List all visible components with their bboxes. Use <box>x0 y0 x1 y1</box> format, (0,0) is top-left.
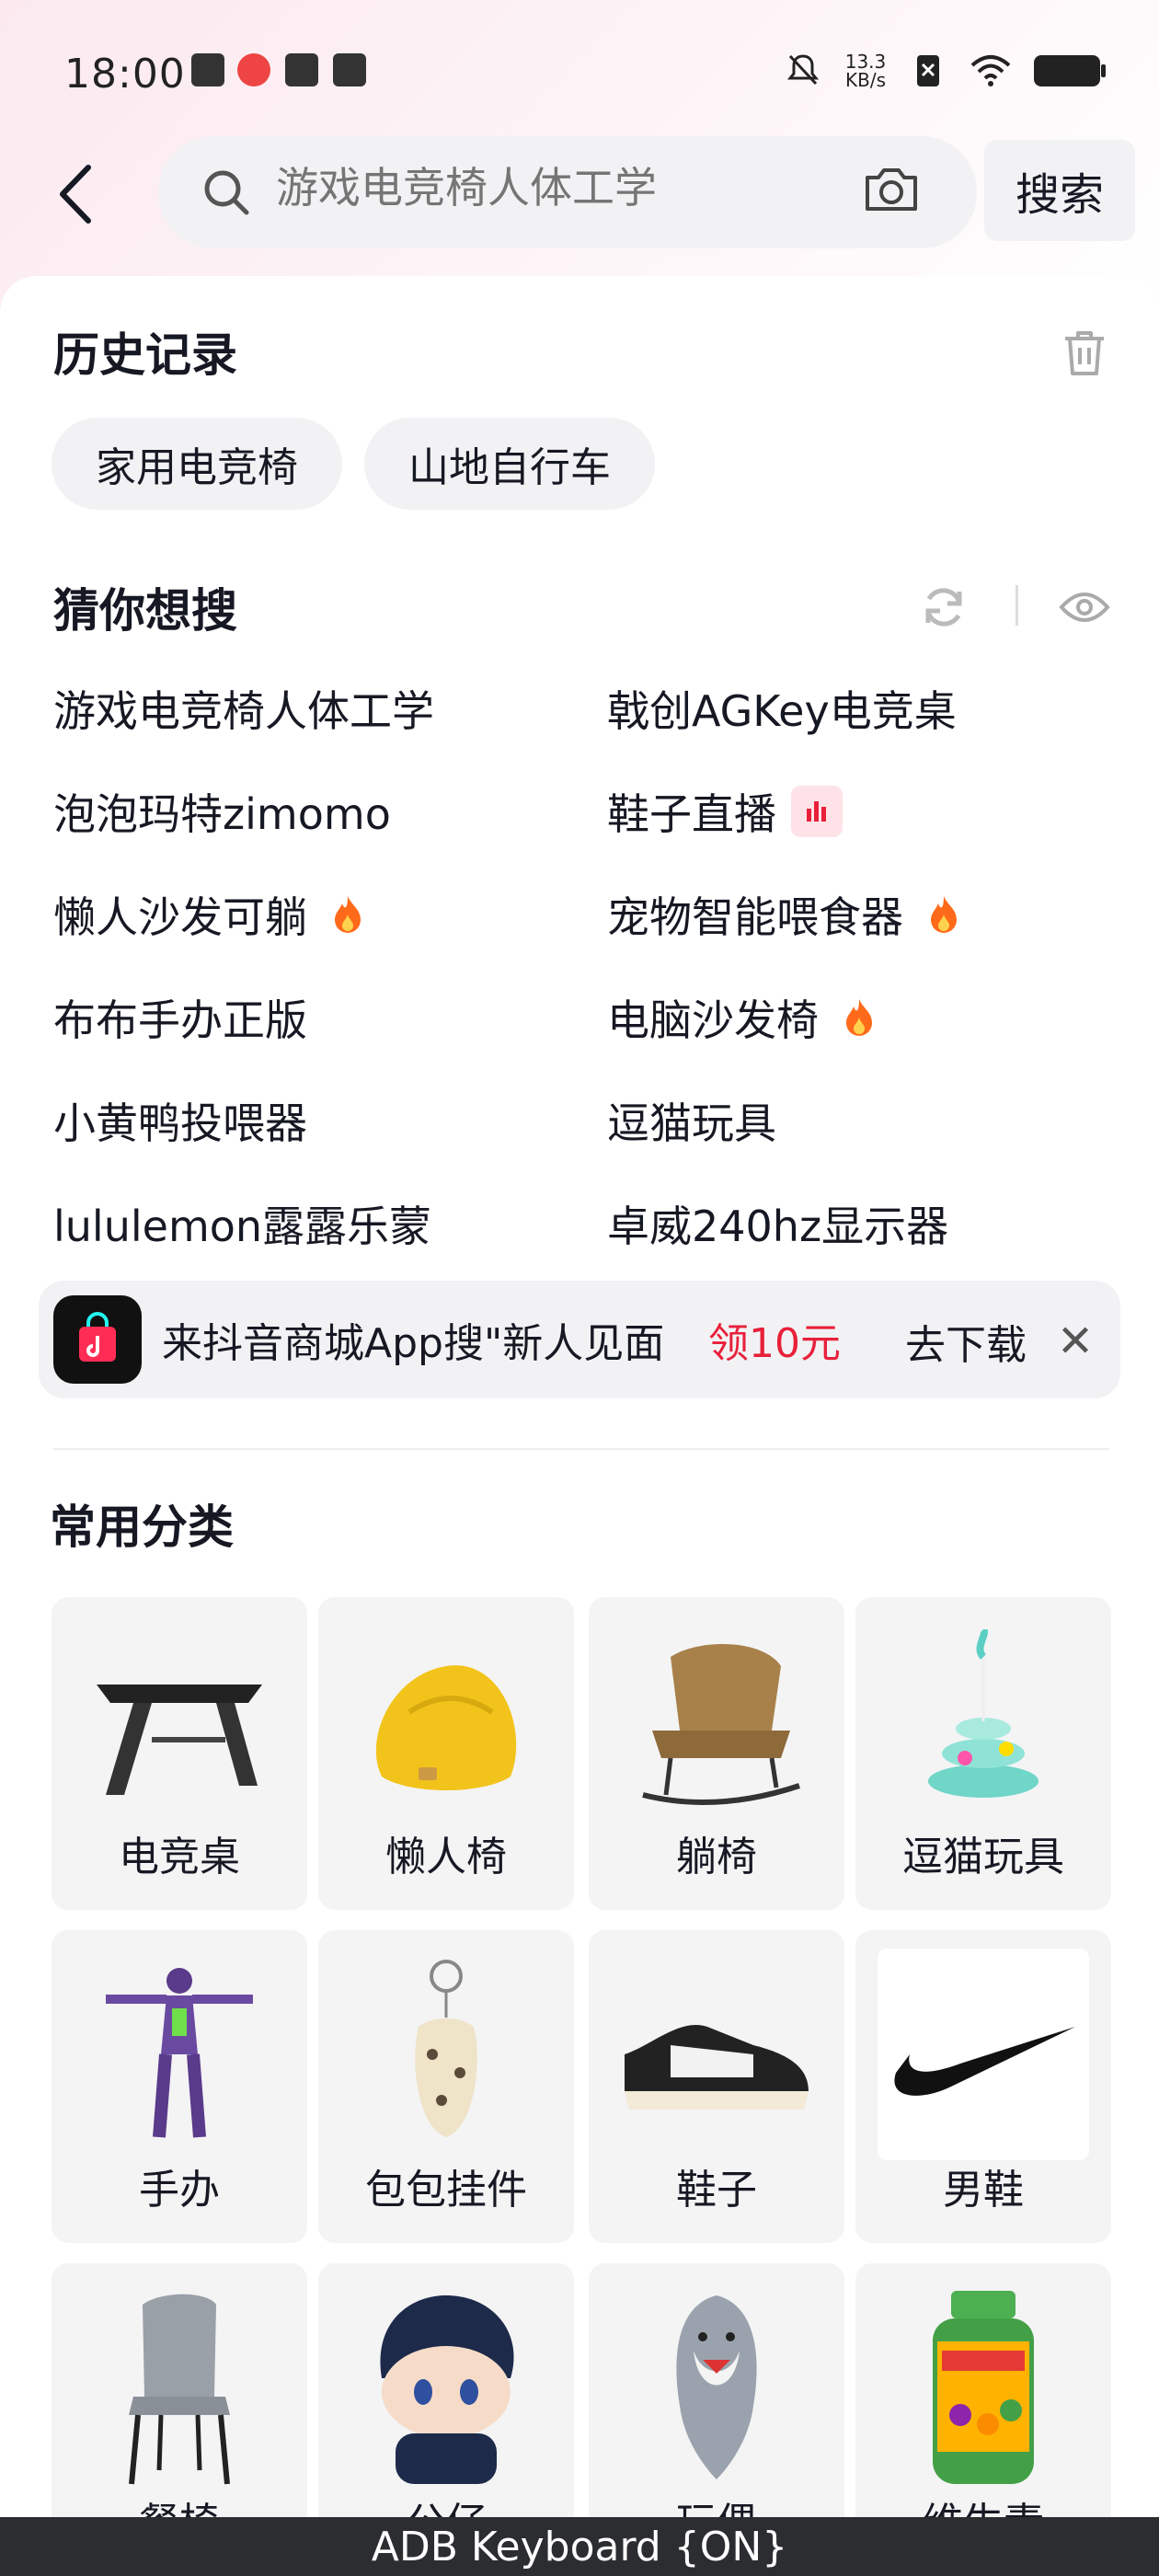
clear-history-button[interactable] <box>1034 302 1135 405</box>
clipboard-icon <box>191 53 224 86</box>
eye-icon <box>1059 592 1110 622</box>
message-icon <box>285 53 318 86</box>
usb-debug-icon <box>333 53 366 86</box>
back-button[interactable] <box>31 143 120 246</box>
guess-item[interactable]: 卓威240hz显示器 <box>607 1172 948 1275</box>
no-sim-icon <box>903 48 953 94</box>
nike-swoosh-icon <box>878 1949 1089 2160</box>
cat-toy-icon <box>878 1616 1089 1827</box>
history-title: 历史记录 <box>53 328 237 382</box>
guess-item[interactable]: 布布手办正版 <box>53 966 307 1069</box>
bag-charm-icon <box>340 1949 552 2160</box>
mute-icon <box>778 48 828 94</box>
category-card[interactable]: 逗猫玩具 <box>855 1597 1111 1910</box>
guess-item[interactable]: lululemon露露乐蒙 <box>53 1172 431 1275</box>
hot-flame-icon <box>918 889 970 940</box>
guess-title: 猜你想搜 <box>53 584 237 638</box>
guess-item[interactable]: 泡泡玛特zimomo <box>53 760 391 863</box>
beanbag-icon <box>340 1616 552 1827</box>
toggle-visibility-button[interactable] <box>1034 556 1135 659</box>
category-card[interactable]: 手办 <box>52 1930 307 2243</box>
sneaker-icon <box>611 1949 822 2160</box>
trash-icon <box>1065 331 1104 375</box>
history-chip[interactable]: 家用电竞椅 <box>52 418 342 510</box>
guess-item[interactable]: 宠物智能喂食器 <box>607 863 970 966</box>
search-icon[interactable] <box>184 143 269 242</box>
guess-item[interactable]: 戟创AGKey电竞桌 <box>607 657 957 760</box>
map-pin-icon <box>237 53 270 86</box>
guess-item[interactable]: 逗猫玩具 <box>607 1069 776 1172</box>
figure-icon <box>74 1949 285 2160</box>
refresh-button[interactable] <box>898 556 990 659</box>
divider <box>1016 585 1018 626</box>
divider <box>53 1448 1109 1450</box>
guess-item[interactable]: 电脑沙发椅 <box>607 966 885 1069</box>
hot-flame-icon <box>322 889 373 940</box>
chevron-left-icon <box>60 165 91 224</box>
battery-icon <box>1028 48 1106 94</box>
search-button[interactable]: 搜索 <box>984 140 1135 241</box>
camera-icon <box>866 168 917 211</box>
history-chip[interactable]: 山地自行车 <box>364 418 655 510</box>
search-input[interactable] <box>258 149 752 226</box>
vitamin-bottle-icon <box>878 2282 1089 2493</box>
douyin-mall-logo-icon <box>53 1295 142 1384</box>
gaming-desk-icon <box>74 1616 285 1827</box>
categories-title: 常用分类 <box>50 1501 234 1554</box>
promo-text: 来抖音商城App搜"新人见面 <box>162 1320 665 1367</box>
category-card[interactable]: 懒人椅 <box>318 1597 574 1910</box>
category-card[interactable]: 鞋子 <box>589 1930 844 2243</box>
promo-coupon-button[interactable]: 领10元 <box>694 1306 855 1373</box>
promo-download-button[interactable]: 去下载 <box>898 1295 1034 1387</box>
guess-item[interactable]: 游戏电竞椅人体工学 <box>53 657 434 760</box>
category-card[interactable]: 躺椅 <box>589 1597 844 1910</box>
camera-button[interactable] <box>843 138 940 241</box>
category-card[interactable]: 包包挂件 <box>318 1930 574 2243</box>
refresh-icon <box>925 588 962 627</box>
category-card[interactable]: 电竞桌 <box>52 1597 307 1910</box>
adb-keyboard-indicator: ADB Keyboard {ON} <box>0 2517 1159 2576</box>
close-icon[interactable]: ✕ <box>1036 1295 1115 1387</box>
live-badge-icon <box>791 786 843 837</box>
status-icons-right: 13.3 KB/s <box>778 48 1106 94</box>
guess-item[interactable]: 小黄鸭投喂器 <box>53 1069 307 1172</box>
wifi-icon <box>966 48 1016 94</box>
status-time: 18:00 <box>64 51 186 98</box>
dining-chair-icon <box>74 2282 285 2493</box>
plush-doll-icon <box>340 2282 552 2493</box>
category-card[interactable]: 男鞋 <box>855 1930 1111 2243</box>
netspeed-indicator: 13.3 KB/s <box>844 51 887 91</box>
guess-item[interactable]: 懒人沙发可躺 <box>53 863 373 966</box>
rocking-chair-icon <box>611 1616 822 1827</box>
status-bar: 18:00 13.3 KB/s <box>0 0 1159 138</box>
shark-plush-icon <box>611 2282 822 2493</box>
guess-item[interactable]: 鞋子直播 <box>607 760 843 863</box>
hot-flame-icon <box>833 992 885 1043</box>
